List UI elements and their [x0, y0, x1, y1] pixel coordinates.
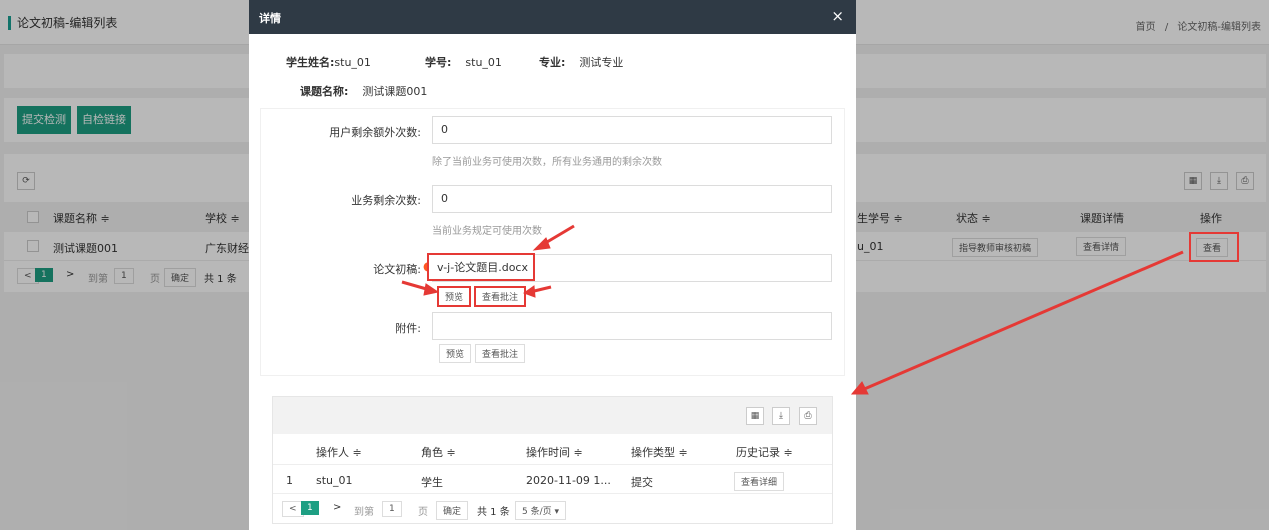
arrow-to-log	[850, 250, 1184, 395]
arrow-to-file	[532, 224, 575, 251]
annotation-arrows	[401, 224, 1184, 395]
arrow-to-preview	[401, 280, 440, 296]
arrow-to-comments	[522, 285, 552, 298]
